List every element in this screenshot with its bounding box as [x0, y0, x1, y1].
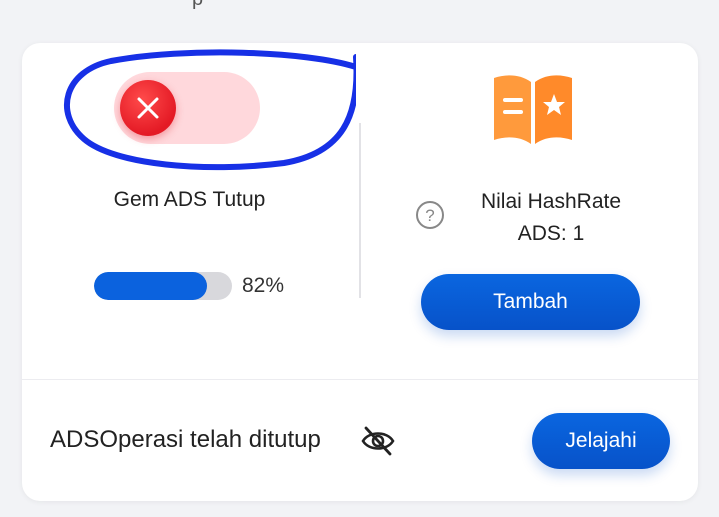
book-icon [494, 75, 572, 144]
gem-ads-status-label: Gem ADS Tutup [113, 188, 266, 211]
hashrate-value: ADS: 1 [517, 222, 585, 245]
gem-ads-card: Gem ADS Tutup 82% ? Nilai HashRate ADS: … [22, 43, 698, 501]
hashrate-label: Nilai HashRate ADS: 1 [458, 186, 644, 250]
horizontal-divider [22, 379, 698, 380]
question-icon[interactable]: ? [415, 200, 445, 230]
progress-bar-fill [94, 272, 208, 300]
hashrate-title: Nilai HashRate [480, 190, 622, 213]
megaphone-icon [36, 0, 70, 8]
tambah-button[interactable]: Tambah [421, 274, 640, 330]
header-partial-text: p [192, 0, 203, 11]
highlight-circle-annotation [64, 49, 356, 171]
svg-text:?: ? [425, 206, 434, 225]
vertical-divider [359, 123, 361, 298]
jelajahi-button[interactable]: Jelajahi [532, 413, 670, 469]
eye-off-icon[interactable] [360, 425, 396, 457]
progress-bar [94, 272, 232, 300]
progress-percentage: 82% [242, 274, 285, 297]
ads-operation-status: ADSOperasi telah ditutup [50, 426, 321, 453]
